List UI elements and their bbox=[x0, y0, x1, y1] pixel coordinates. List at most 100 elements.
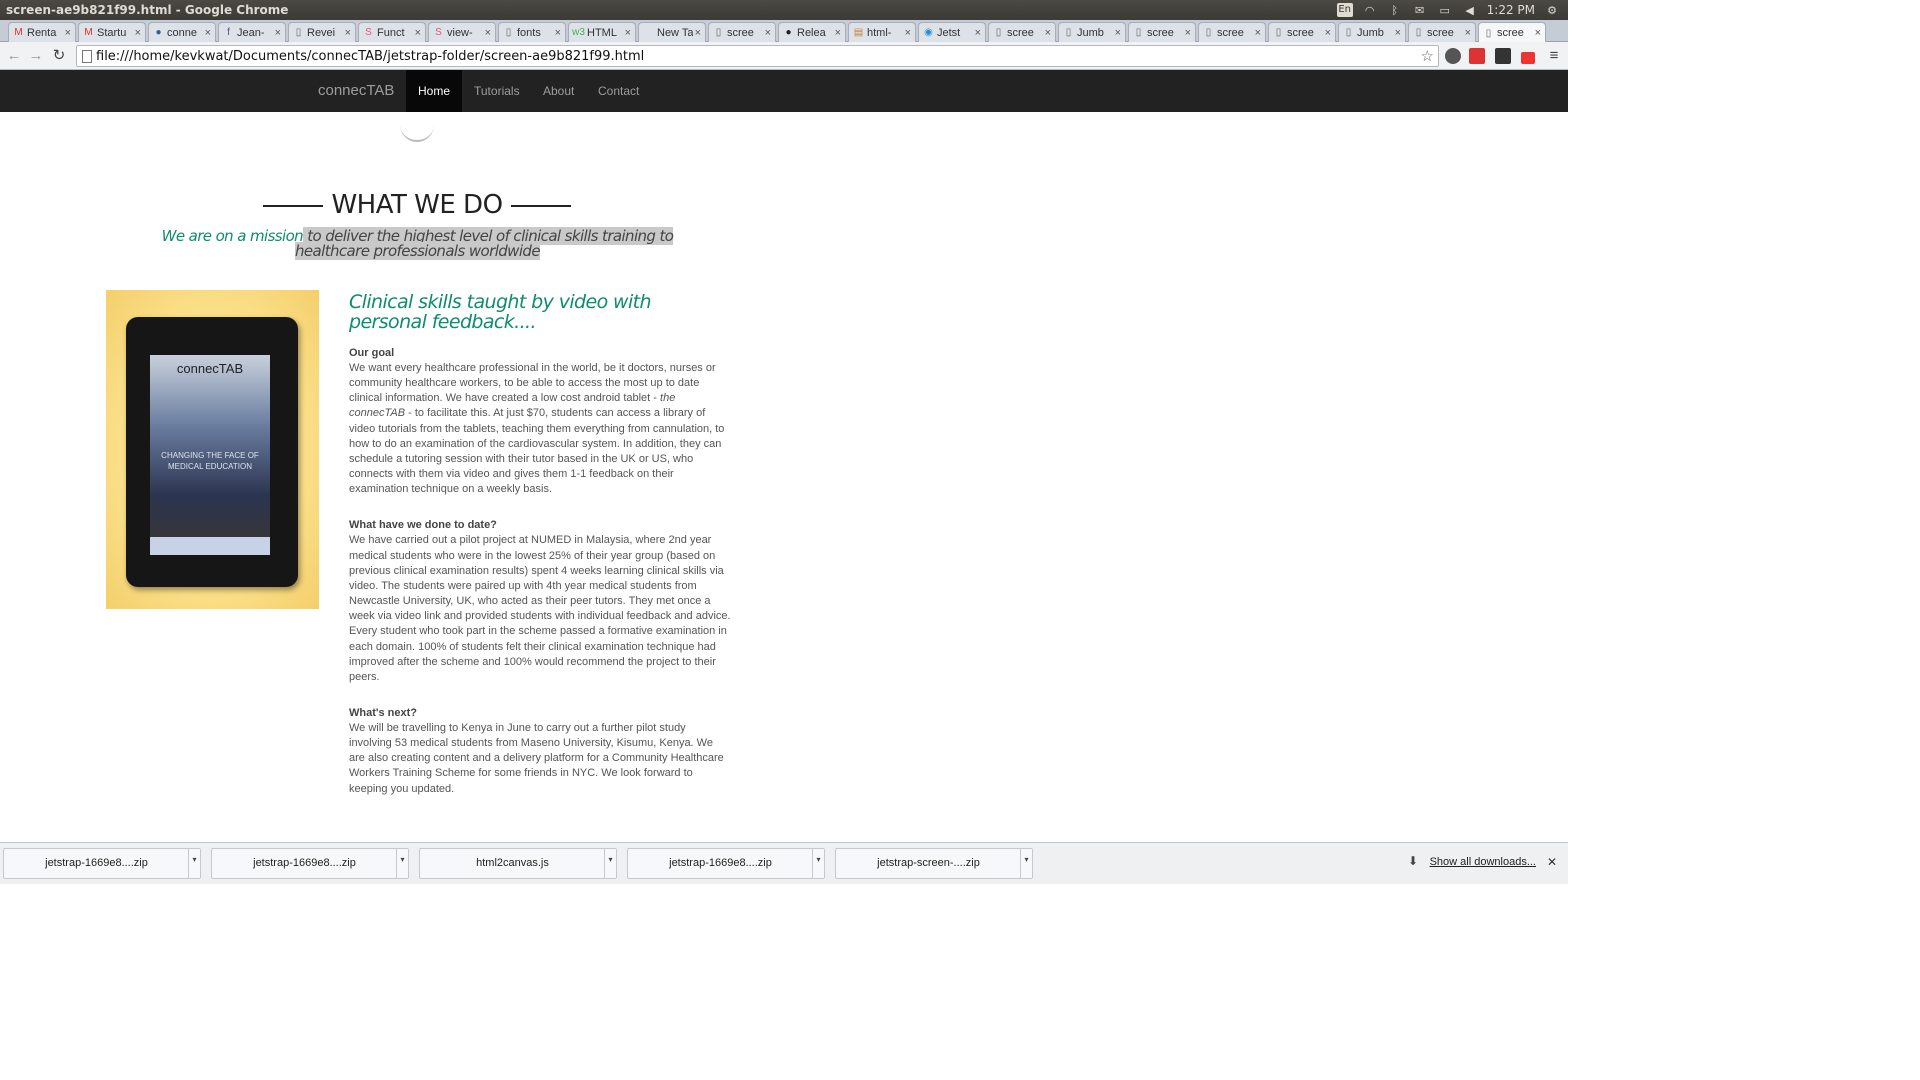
tab-title[interactable]: scree bbox=[1497, 27, 1533, 39]
url-text[interactable]: file:///home/kevkwat/Documents/connecTAB… bbox=[96, 49, 644, 64]
settings-gear-icon[interactable]: ⚙ bbox=[1544, 2, 1560, 18]
tab-title[interactable]: Startu bbox=[97, 27, 133, 39]
tab-title[interactable]: view- bbox=[447, 27, 483, 39]
browser-tab[interactable]: ▯ fonts × bbox=[498, 22, 566, 42]
nav-tutorials[interactable]: Tutorials bbox=[462, 70, 532, 112]
browser-tab[interactable]: M Startu × bbox=[78, 22, 146, 42]
tab-title[interactable]: scree bbox=[1427, 27, 1463, 39]
download-name[interactable]: jetstrap-1669e8....zip bbox=[212, 857, 397, 869]
clock[interactable]: 1:22 PM bbox=[1487, 3, 1535, 17]
browser-tab[interactable]: M Renta × bbox=[8, 22, 76, 42]
address-bar[interactable]: file:///home/kevkwat/Documents/connecTAB… bbox=[76, 45, 1439, 67]
tab-title[interactable]: Jetst bbox=[937, 27, 973, 39]
nav-about[interactable]: About bbox=[531, 70, 586, 112]
download-name[interactable]: jetstrap-1669e8....zip bbox=[4, 857, 189, 869]
tab-title[interactable]: Jumb bbox=[1077, 27, 1113, 39]
tab-close-icon[interactable]: × bbox=[625, 27, 631, 39]
red-extension-icon[interactable] bbox=[1469, 48, 1485, 64]
tab-close-icon[interactable]: × bbox=[1535, 27, 1541, 39]
back-arrow-icon[interactable]: ← bbox=[5, 46, 23, 64]
dropdown-arrow-icon[interactable]: ▾ bbox=[396, 849, 408, 878]
tab-title[interactable]: scree bbox=[727, 27, 763, 39]
tab-close-icon[interactable]: × bbox=[205, 27, 211, 39]
browser-tab[interactable]: ● conne × bbox=[148, 22, 216, 42]
tab-close-icon[interactable]: × bbox=[1395, 27, 1401, 39]
bookmark-star-icon[interactable]: ☆ bbox=[1421, 47, 1434, 65]
nav-contact[interactable]: Contact bbox=[586, 70, 651, 112]
show-all-downloads-link[interactable]: Show all downloads... bbox=[1430, 856, 1536, 868]
download-name[interactable]: html2canvas.js bbox=[420, 857, 605, 869]
browser-tab[interactable]: ◉ Jetst × bbox=[918, 22, 986, 42]
browser-tab[interactable]: ▯ scree × bbox=[988, 22, 1056, 42]
tab-close-icon[interactable]: × bbox=[1465, 27, 1471, 39]
browser-tab[interactable]: ▯ Revei × bbox=[288, 22, 356, 42]
browser-tab[interactable]: ▯ scree × bbox=[1478, 22, 1546, 43]
tab-title[interactable]: Renta bbox=[27, 27, 63, 39]
download-item[interactable]: jetstrap-1669e8....zip ▾ bbox=[211, 848, 409, 879]
browser-tab[interactable]: S Funct × bbox=[358, 22, 426, 42]
browser-tab[interactable]: f Jean- × bbox=[218, 22, 286, 42]
download-item[interactable]: jetstrap-1669e8....zip ▾ bbox=[627, 848, 825, 879]
tab-title[interactable]: Funct bbox=[377, 27, 413, 39]
tab-title[interactable]: HTML bbox=[587, 27, 623, 39]
browser-tab[interactable]: ▯ scree × bbox=[1128, 22, 1196, 42]
browser-tab[interactable]: ▤ html- × bbox=[848, 22, 916, 42]
tab-close-icon[interactable]: × bbox=[1325, 27, 1331, 39]
browser-tab[interactable]: ▯ scree × bbox=[1198, 22, 1266, 42]
tab-title[interactable]: html- bbox=[867, 27, 903, 39]
forward-arrow-icon[interactable]: → bbox=[27, 46, 45, 64]
dropdown-arrow-icon[interactable]: ▾ bbox=[188, 849, 200, 878]
download-item[interactable]: jetstrap-screen-....zip ▾ bbox=[835, 848, 1033, 879]
download-item[interactable]: html2canvas.js ▾ bbox=[419, 848, 617, 879]
on-extension-icon[interactable] bbox=[1521, 52, 1535, 64]
tab-title[interactable]: Revei bbox=[307, 27, 343, 39]
tab-close-icon[interactable]: × bbox=[135, 27, 141, 39]
tab-close-icon[interactable]: × bbox=[345, 27, 351, 39]
dropdown-arrow-icon[interactable]: ▾ bbox=[812, 849, 824, 878]
download-name[interactable]: jetstrap-screen-....zip bbox=[836, 857, 1021, 869]
tab-close-icon[interactable]: × bbox=[1255, 27, 1261, 39]
tab-close-icon[interactable]: × bbox=[555, 27, 561, 39]
tab-close-icon[interactable]: × bbox=[765, 27, 771, 39]
tab-close-icon[interactable]: × bbox=[415, 27, 421, 39]
bluetooth-icon[interactable]: ᛒ bbox=[1387, 2, 1403, 18]
tab-close-icon[interactable]: × bbox=[1045, 27, 1051, 39]
pocket-extension-icon[interactable] bbox=[1445, 48, 1461, 64]
browser-tab[interactable]: New Tab× bbox=[638, 22, 706, 42]
tab-close-icon[interactable]: × bbox=[835, 27, 841, 39]
nav-home[interactable]: Home bbox=[406, 70, 463, 112]
wifi-icon[interactable]: ◠ bbox=[1362, 2, 1378, 18]
dropdown-arrow-icon[interactable]: ▾ bbox=[604, 849, 616, 878]
tab-close-icon[interactable]: × bbox=[695, 27, 701, 39]
tab-close-icon[interactable]: × bbox=[1185, 27, 1191, 39]
tab-title[interactable]: Relea bbox=[797, 27, 833, 39]
tab-title[interactable]: scree bbox=[1287, 27, 1323, 39]
tab-title[interactable]: scree bbox=[1147, 27, 1183, 39]
tab-title[interactable]: scree bbox=[1007, 27, 1043, 39]
dropdown-arrow-icon[interactable]: ▾ bbox=[1020, 849, 1032, 878]
keyboard-language-indicator[interactable]: En bbox=[1336, 3, 1353, 17]
battery-icon[interactable]: ▭ bbox=[1437, 2, 1453, 18]
tab-close-icon[interactable]: × bbox=[275, 27, 281, 39]
site-brand[interactable]: connecTAB bbox=[318, 82, 394, 99]
tab-title[interactable]: New Tab bbox=[657, 27, 693, 39]
menu-icon[interactable]: ≡ bbox=[1545, 46, 1563, 64]
browser-tab[interactable]: w3 HTML × bbox=[568, 22, 636, 42]
browser-tab[interactable]: ▯ scree × bbox=[1268, 22, 1336, 42]
browser-tab[interactable]: ▯ Jumb × bbox=[1338, 22, 1406, 42]
tab-close-icon[interactable]: × bbox=[485, 27, 491, 39]
tab-close-icon[interactable]: × bbox=[905, 27, 911, 39]
browser-tab[interactable]: ▯ scree × bbox=[708, 22, 776, 42]
reload-icon[interactable]: ↻ bbox=[50, 46, 68, 64]
tab-close-icon[interactable]: × bbox=[975, 27, 981, 39]
terminal-extension-icon[interactable] bbox=[1495, 48, 1511, 64]
browser-tab[interactable]: ● Relea × bbox=[778, 22, 846, 42]
tab-close-icon[interactable]: × bbox=[1115, 27, 1121, 39]
download-item[interactable]: jetstrap-1669e8....zip ▾ bbox=[3, 848, 201, 879]
tab-title[interactable]: scree bbox=[1217, 27, 1253, 39]
tab-title[interactable]: fonts bbox=[517, 27, 553, 39]
close-icon[interactable]: ✕ bbox=[1547, 855, 1557, 869]
browser-tab[interactable]: ▯ Jumb × bbox=[1058, 22, 1126, 42]
volume-icon[interactable]: ◀ bbox=[1462, 2, 1478, 18]
browser-tab[interactable]: Sview- × bbox=[428, 22, 496, 42]
